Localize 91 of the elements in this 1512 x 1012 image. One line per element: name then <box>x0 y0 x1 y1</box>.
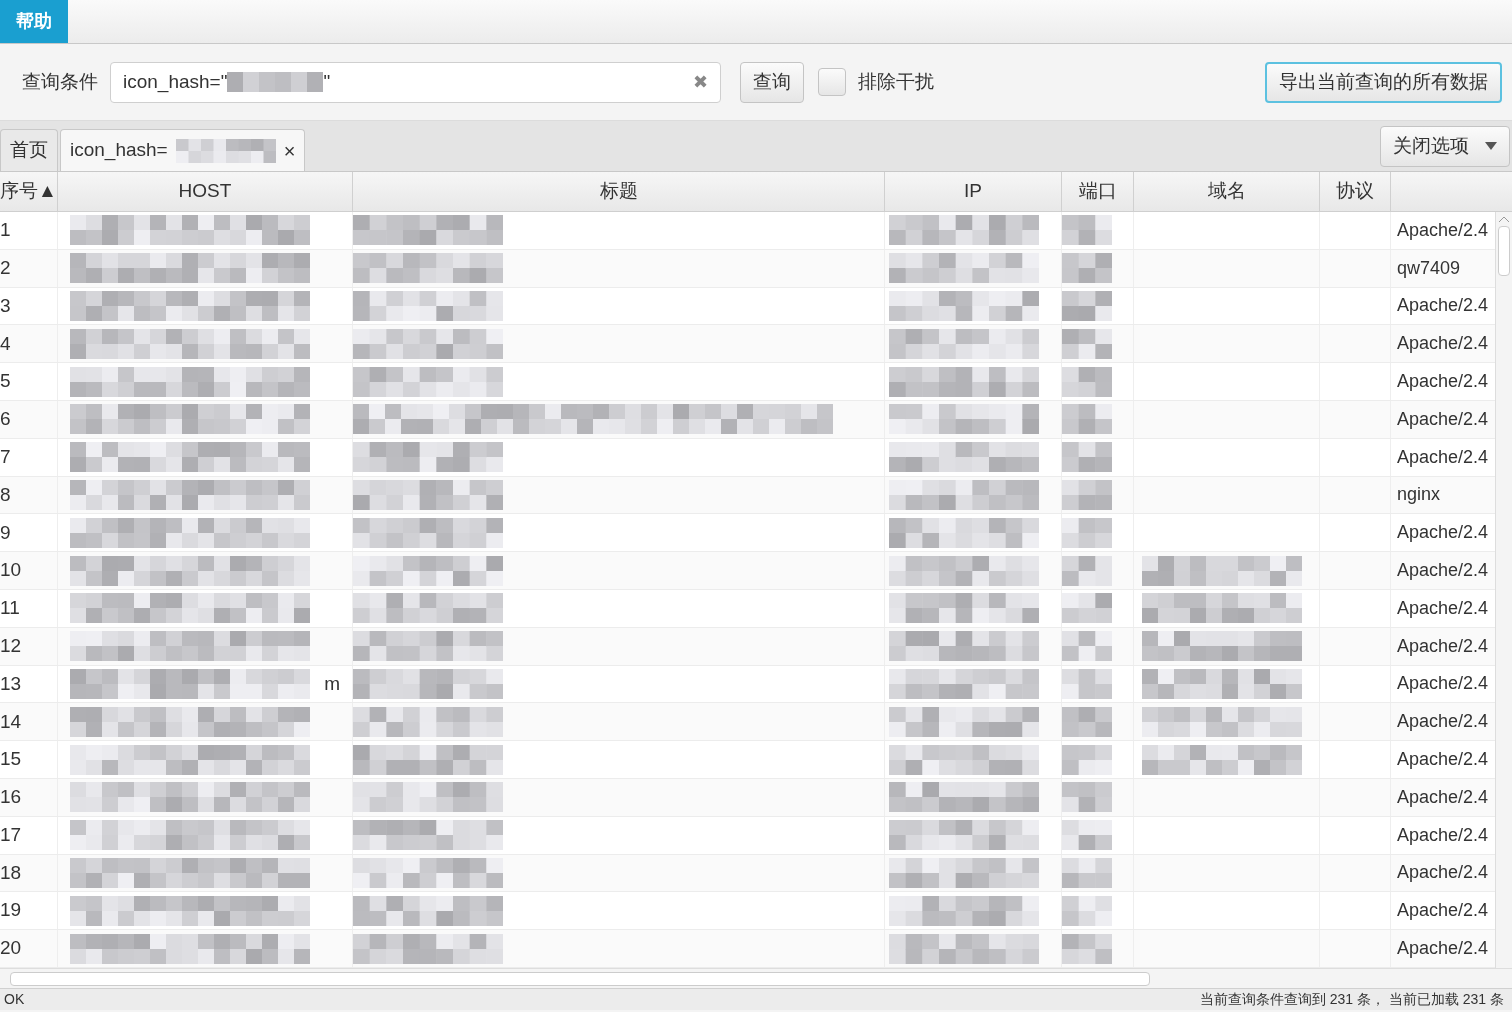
server-cell-text: Apache/2.4 <box>1396 332 1490 356</box>
scrollbar-thumb[interactable] <box>10 971 1150 986</box>
row-number-cell: 12 <box>0 627 58 665</box>
pixelated-text-drawing <box>1062 744 1112 775</box>
status-text: OK <box>4 990 25 1009</box>
row-number-cell: 4 <box>0 325 58 363</box>
pixelated-text-drawing <box>1062 291 1112 321</box>
checkbox-label: 排除干扰 <box>858 69 934 94</box>
column-header[interactable]: 域名 <box>1134 172 1320 211</box>
row-number-cell: 16 <box>0 778 58 816</box>
pixelated-text-drawing <box>1062 442 1112 473</box>
row-number-cell: 8 <box>0 476 58 514</box>
row-number-cell: 6 <box>0 401 58 438</box>
pixelated-text-drawing <box>1062 857 1112 888</box>
server-cell-text: Apache/2.4 <box>1396 596 1490 620</box>
pixelated-text-drawing <box>1062 895 1112 926</box>
tab[interactable]: 首页 <box>0 129 58 171</box>
server-cell-text: Apache/2.4 <box>1396 294 1490 318</box>
server-cell-text: nginx <box>1396 483 1442 507</box>
pixelated-text-drawing <box>1062 404 1112 435</box>
row-number-cell: 13 <box>0 665 58 703</box>
pixelated-text-drawing <box>1062 517 1112 548</box>
vertical-scrollbar[interactable] <box>1495 212 1512 968</box>
row-number-cell: 20 <box>0 930 58 967</box>
clear-button[interactable]: ✖ <box>693 68 708 96</box>
field-label: 查询条件 <box>22 69 98 94</box>
row-number-cell: 18 <box>0 854 58 892</box>
pixelated-text-drawing <box>1062 215 1112 246</box>
row-number-cell: 7 <box>0 438 58 476</box>
pixelated-text-drawing <box>1062 366 1112 397</box>
server-cell-text: Apache/2.4 <box>1396 672 1490 696</box>
pixelated-text-drawing <box>1062 782 1112 813</box>
pixelated-text-drawing <box>1062 328 1112 359</box>
horizontal-scrollbar[interactable] <box>0 968 1512 988</box>
exclude-checkbox[interactable] <box>818 68 846 96</box>
column-header[interactable]: 序号▲ <box>0 172 58 211</box>
row-number-cell: 15 <box>0 741 58 778</box>
server-cell-text: Apache/2.4 <box>1396 445 1490 469</box>
server-cell-text: Apache/2.4 <box>1396 559 1490 583</box>
server-cell-text: qw7409 <box>1396 256 1462 280</box>
pixelated-text-drawing <box>1062 593 1112 624</box>
row-number-cell: 19 <box>0 892 58 930</box>
status-text: 当前查询条件查询到 231 条， 当前已加载 231 条 <box>1199 990 1504 1009</box>
pixelated-text-drawing <box>1062 479 1112 510</box>
server-cell-text: Apache/2.4 <box>1396 899 1490 923</box>
server-cell-text: Apache/2.4 <box>1396 521 1490 545</box>
column-header[interactable]: 标题 <box>353 172 885 211</box>
server-cell-text: Apache/2.4 <box>1396 370 1490 394</box>
server-cell-text: Apache/2.4 <box>1396 407 1490 431</box>
server-cell-text: Apache/2.4 <box>1396 861 1490 885</box>
pixelated-text-drawing <box>1062 631 1112 662</box>
scrollbar-thumb[interactable] <box>1498 226 1510 276</box>
server-cell-text: Apache/2.4 <box>1396 710 1490 734</box>
close-options-dropdown[interactable]: 关闭选项 <box>1380 125 1510 167</box>
row-number-cell: 1 <box>0 212 58 249</box>
search-button[interactable]: 查询 <box>740 61 804 103</box>
column-header[interactable]: 协议 <box>1320 172 1391 211</box>
tab-label: icon_hash= <box>70 138 168 163</box>
row-number-cell: 2 <box>0 249 58 287</box>
column-header[interactable]: 端口 <box>1062 172 1134 211</box>
export-button[interactable]: 导出当前查询的所有数据 <box>1265 61 1502 103</box>
column-header[interactable]: HOST <box>58 172 353 211</box>
caret-icon <box>1485 142 1497 150</box>
tab-label: 首页 <box>10 138 48 163</box>
column-header[interactable]: IP <box>885 172 1062 211</box>
scroll-up-icon <box>1499 216 1509 222</box>
server-cell-text: Apache/2.4 <box>1396 748 1490 772</box>
pixelated-text-drawing <box>1062 253 1112 284</box>
pixelated-text-drawing <box>1062 820 1112 851</box>
tab-close-button[interactable]: × <box>283 135 296 166</box>
pixelated-text-drawing <box>1062 706 1112 737</box>
server-cell-text: Apache/2.4 <box>1396 823 1490 847</box>
query-text: " <box>323 69 331 94</box>
row-number-cell: 9 <box>0 514 58 552</box>
server-cell-text: Apache/2.4 <box>1396 785 1490 809</box>
pixelated-text-drawing <box>1062 933 1112 964</box>
query-text: icon_hash=" <box>123 69 228 95</box>
host-cell-text: m <box>324 671 340 696</box>
server-cell-text: Apache/2.4 <box>1396 218 1490 242</box>
server-cell-text: Apache/2.4 <box>1396 937 1490 961</box>
row-number-cell: 3 <box>0 287 58 325</box>
query-field[interactable]: icon_hash=" " ✖ <box>110 61 721 103</box>
pixelated-text-drawing <box>1062 668 1112 699</box>
row-number-cell: 10 <box>0 552 58 589</box>
row-number-cell: 11 <box>0 589 58 627</box>
pixelated-text-drawing <box>1062 555 1112 586</box>
server-cell-text: Apache/2.4 <box>1396 634 1490 658</box>
row-number-cell: 14 <box>0 703 58 741</box>
tab[interactable]: icon_hash= × <box>60 129 306 171</box>
row-number-cell: 17 <box>0 816 58 854</box>
row-number-cell: 5 <box>0 363 58 400</box>
